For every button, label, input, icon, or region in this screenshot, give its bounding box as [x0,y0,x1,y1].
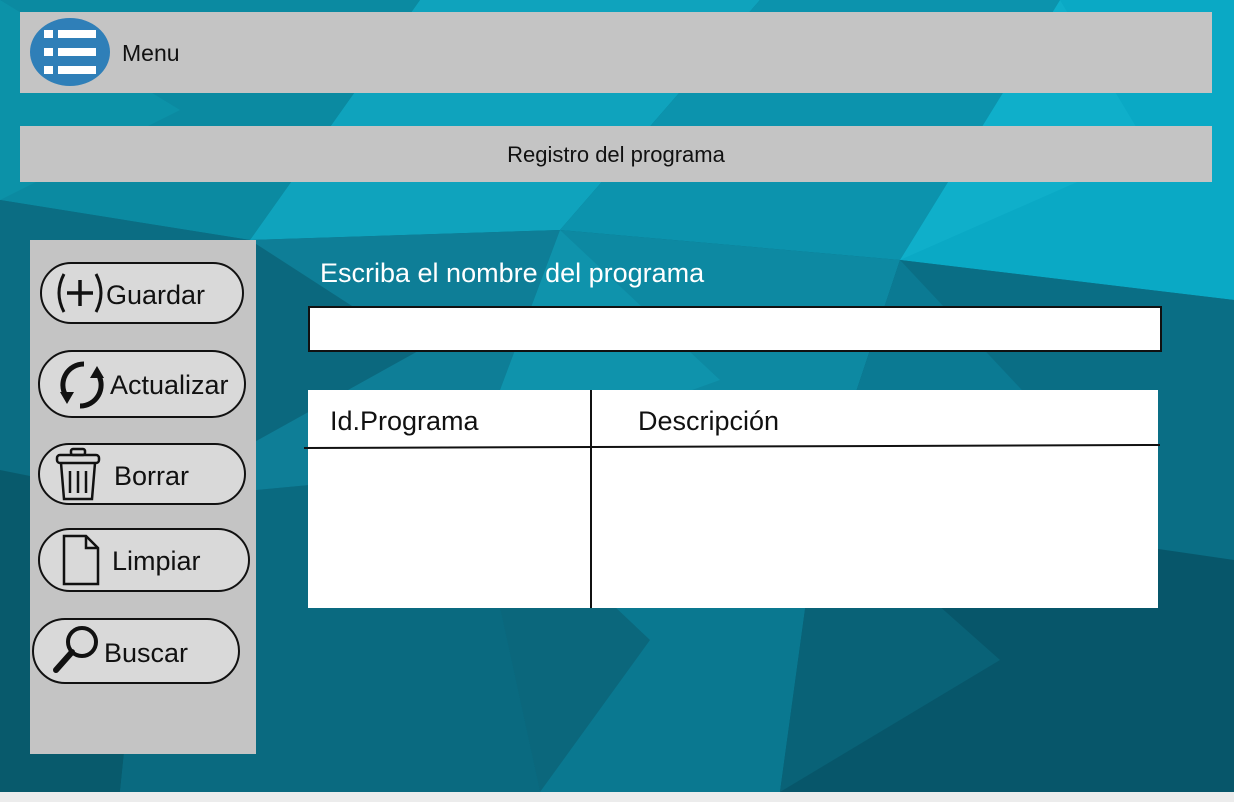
limpiar-button[interactable]: Limpiar [38,528,250,592]
page-title: Registro del programa [507,142,725,167]
borrar-button[interactable]: Borrar [38,443,246,505]
buscar-button[interactable]: Buscar [32,618,240,684]
actualizar-button[interactable]: Actualizar [38,350,246,418]
column-header-descripcion[interactable]: Descripción [638,406,779,437]
program-name-input[interactable] [308,306,1162,352]
menu-button[interactable] [30,18,110,86]
column-header-id[interactable]: Id.Programa [330,406,479,437]
menu-label[interactable]: Menu [122,40,180,67]
table-cell-descripcion[interactable] [592,448,1158,608]
search-icon [53,626,98,673]
buscar-label: Buscar [104,638,189,668]
bottom-strip [0,792,1234,802]
actualizar-label: Actualizar [110,370,229,400]
refresh-icon [60,361,104,409]
action-sidebar: Guardar Actualizar Borrar Limpiar Buscar [30,240,256,754]
programs-table: Id.Programa Descripción [304,390,1160,608]
top-menu-bar: Menu [20,12,1212,93]
list-icon [44,30,96,74]
table-cell-id[interactable] [308,448,590,608]
guardar-label: Guardar [106,280,206,310]
trash-icon [55,447,101,501]
program-name-prompt: Escriba el nombre del programa [320,258,705,288]
plus-circle-icon [57,273,103,313]
page-title-bar: Registro del programa [20,126,1212,182]
document-icon [62,534,100,586]
borrar-label: Borrar [114,461,190,491]
limpiar-label: Limpiar [112,546,201,576]
guardar-button[interactable]: Guardar [40,262,244,324]
